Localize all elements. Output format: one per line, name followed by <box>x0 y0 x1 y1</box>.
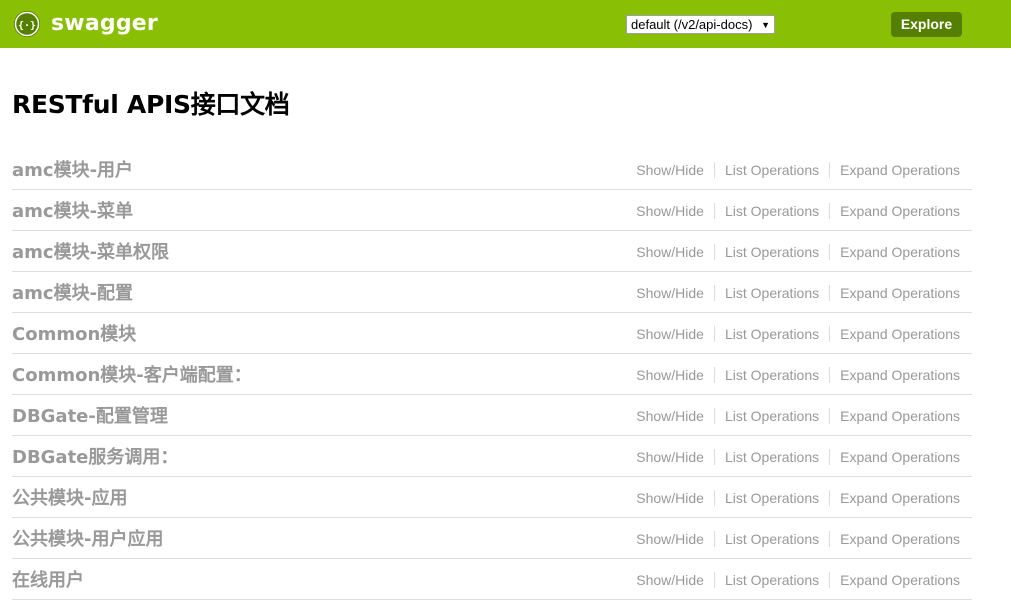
resource-name-link[interactable]: DBGate服务调用： <box>12 443 178 469</box>
resource-operations: Show/Hide List Operations Expand Operati… <box>636 490 960 506</box>
expand-operations-link[interactable]: Expand Operations <box>840 572 960 588</box>
resource-row: 在线用户 Show/Hide List Operations Expand Op… <box>12 559 972 600</box>
expand-operations-link[interactable]: Expand Operations <box>840 490 960 506</box>
expand-operations-link[interactable]: Expand Operations <box>840 449 960 465</box>
divider <box>713 531 715 547</box>
show-hide-link[interactable]: Show/Hide <box>636 367 704 383</box>
show-hide-link[interactable]: Show/Hide <box>636 572 704 588</box>
divider <box>829 203 831 219</box>
resource-name-link[interactable]: Common模块 <box>12 320 136 346</box>
list-operations-link[interactable]: List Operations <box>725 367 819 383</box>
resource-name-link[interactable]: amc模块-菜单 <box>12 197 133 223</box>
expand-operations-link[interactable]: Expand Operations <box>840 285 960 301</box>
divider <box>713 408 715 424</box>
divider <box>713 162 715 178</box>
resource-name-link[interactable]: 公共模块-应用 <box>12 484 127 510</box>
list-operations-link[interactable]: List Operations <box>725 244 819 260</box>
divider <box>829 531 831 547</box>
resource-operations: Show/Hide List Operations Expand Operati… <box>636 326 960 342</box>
show-hide-link[interactable]: Show/Hide <box>636 490 704 506</box>
resource-operations: Show/Hide List Operations Expand Operati… <box>636 367 960 383</box>
resource-name-link[interactable]: DBGate-配置管理 <box>12 402 168 428</box>
resource-operations: Show/Hide List Operations Expand Operati… <box>636 408 960 424</box>
explore-button[interactable]: Explore <box>891 12 962 37</box>
show-hide-link[interactable]: Show/Hide <box>636 531 704 547</box>
divider <box>713 449 715 465</box>
resource-row: amc模块-菜单 Show/Hide List Operations Expan… <box>12 190 972 231</box>
divider <box>829 449 831 465</box>
list-operations-link[interactable]: List Operations <box>725 203 819 219</box>
show-hide-link[interactable]: Show/Hide <box>636 326 704 342</box>
resource-operations: Show/Hide List Operations Expand Operati… <box>636 572 960 588</box>
divider <box>713 244 715 260</box>
divider <box>829 408 831 424</box>
show-hide-link[interactable]: Show/Hide <box>636 449 704 465</box>
divider <box>713 326 715 342</box>
divider <box>829 162 831 178</box>
api-spec-selected-value: default (/v2/api-docs) <box>631 17 753 32</box>
divider <box>713 572 715 588</box>
brand-name: swagger <box>51 11 158 36</box>
list-operations-link[interactable]: List Operations <box>725 162 819 178</box>
resource-row: amc模块-用户 Show/Hide List Operations Expan… <box>12 149 972 190</box>
resource-name-link[interactable]: amc模块-配置 <box>12 279 133 305</box>
divider <box>829 367 831 383</box>
divider <box>713 203 715 219</box>
divider <box>713 285 715 301</box>
divider <box>829 490 831 506</box>
list-operations-link[interactable]: List Operations <box>725 285 819 301</box>
resource-row: amc模块-配置 Show/Hide List Operations Expan… <box>12 272 972 313</box>
expand-operations-link[interactable]: Expand Operations <box>840 244 960 260</box>
expand-operations-link[interactable]: Expand Operations <box>840 162 960 178</box>
resource-list: amc模块-用户 Show/Hide List Operations Expan… <box>12 149 972 600</box>
resource-name-link[interactable]: 在线用户 <box>12 566 84 592</box>
list-operations-link[interactable]: List Operations <box>725 490 819 506</box>
top-bar: {·} swagger default (/v2/api-docs) ▼ Exp… <box>0 0 1011 48</box>
divider <box>713 367 715 383</box>
list-operations-link[interactable]: List Operations <box>725 449 819 465</box>
resource-row: Common模块-客户端配置： Show/Hide List Operation… <box>12 354 972 395</box>
resource-name-link[interactable]: amc模块-用户 <box>12 156 133 182</box>
swagger-logo[interactable]: {·} swagger <box>13 9 158 39</box>
expand-operations-link[interactable]: Expand Operations <box>840 531 960 547</box>
resource-operations: Show/Hide List Operations Expand Operati… <box>636 285 960 301</box>
list-operations-link[interactable]: List Operations <box>725 408 819 424</box>
api-spec-select[interactable]: default (/v2/api-docs) ▼ <box>626 15 775 34</box>
show-hide-link[interactable]: Show/Hide <box>636 244 704 260</box>
resource-row: DBGate服务调用： Show/Hide List Operations Ex… <box>12 436 972 477</box>
resource-name-link[interactable]: Common模块-客户端配置： <box>12 361 252 387</box>
swagger-logo-icon: {·} <box>14 11 40 37</box>
resource-name-link[interactable]: amc模块-菜单权限 <box>12 238 169 264</box>
resource-operations: Show/Hide List Operations Expand Operati… <box>636 162 960 178</box>
svg-text:{·}: {·} <box>18 21 36 32</box>
divider <box>829 326 831 342</box>
expand-operations-link[interactable]: Expand Operations <box>840 408 960 424</box>
resource-operations: Show/Hide List Operations Expand Operati… <box>636 244 960 260</box>
resource-operations: Show/Hide List Operations Expand Operati… <box>636 449 960 465</box>
dropdown-arrow-icon: ▼ <box>761 19 770 30</box>
show-hide-link[interactable]: Show/Hide <box>636 162 704 178</box>
list-operations-link[interactable]: List Operations <box>725 572 819 588</box>
resource-row: amc模块-菜单权限 Show/Hide List Operations Exp… <box>12 231 972 272</box>
resource-operations: Show/Hide List Operations Expand Operati… <box>636 531 960 547</box>
divider <box>829 572 831 588</box>
resource-row: 公共模块-用户应用 Show/Hide List Operations Expa… <box>12 518 972 559</box>
divider <box>713 490 715 506</box>
expand-operations-link[interactable]: Expand Operations <box>840 203 960 219</box>
resource-operations: Show/Hide List Operations Expand Operati… <box>636 203 960 219</box>
expand-operations-link[interactable]: Expand Operations <box>840 367 960 383</box>
resource-row: DBGate-配置管理 Show/Hide List Operations Ex… <box>12 395 972 436</box>
list-operations-link[interactable]: List Operations <box>725 326 819 342</box>
resource-row: Common模块 Show/Hide List Operations Expan… <box>12 313 972 354</box>
page-title: RESTful APIS接口文档 <box>12 90 290 119</box>
show-hide-link[interactable]: Show/Hide <box>636 285 704 301</box>
resource-name-link[interactable]: 公共模块-用户应用 <box>12 525 163 551</box>
expand-operations-link[interactable]: Expand Operations <box>840 326 960 342</box>
resource-row: 公共模块-应用 Show/Hide List Operations Expand… <box>12 477 972 518</box>
show-hide-link[interactable]: Show/Hide <box>636 408 704 424</box>
list-operations-link[interactable]: List Operations <box>725 531 819 547</box>
show-hide-link[interactable]: Show/Hide <box>636 203 704 219</box>
divider <box>829 285 831 301</box>
divider <box>829 244 831 260</box>
